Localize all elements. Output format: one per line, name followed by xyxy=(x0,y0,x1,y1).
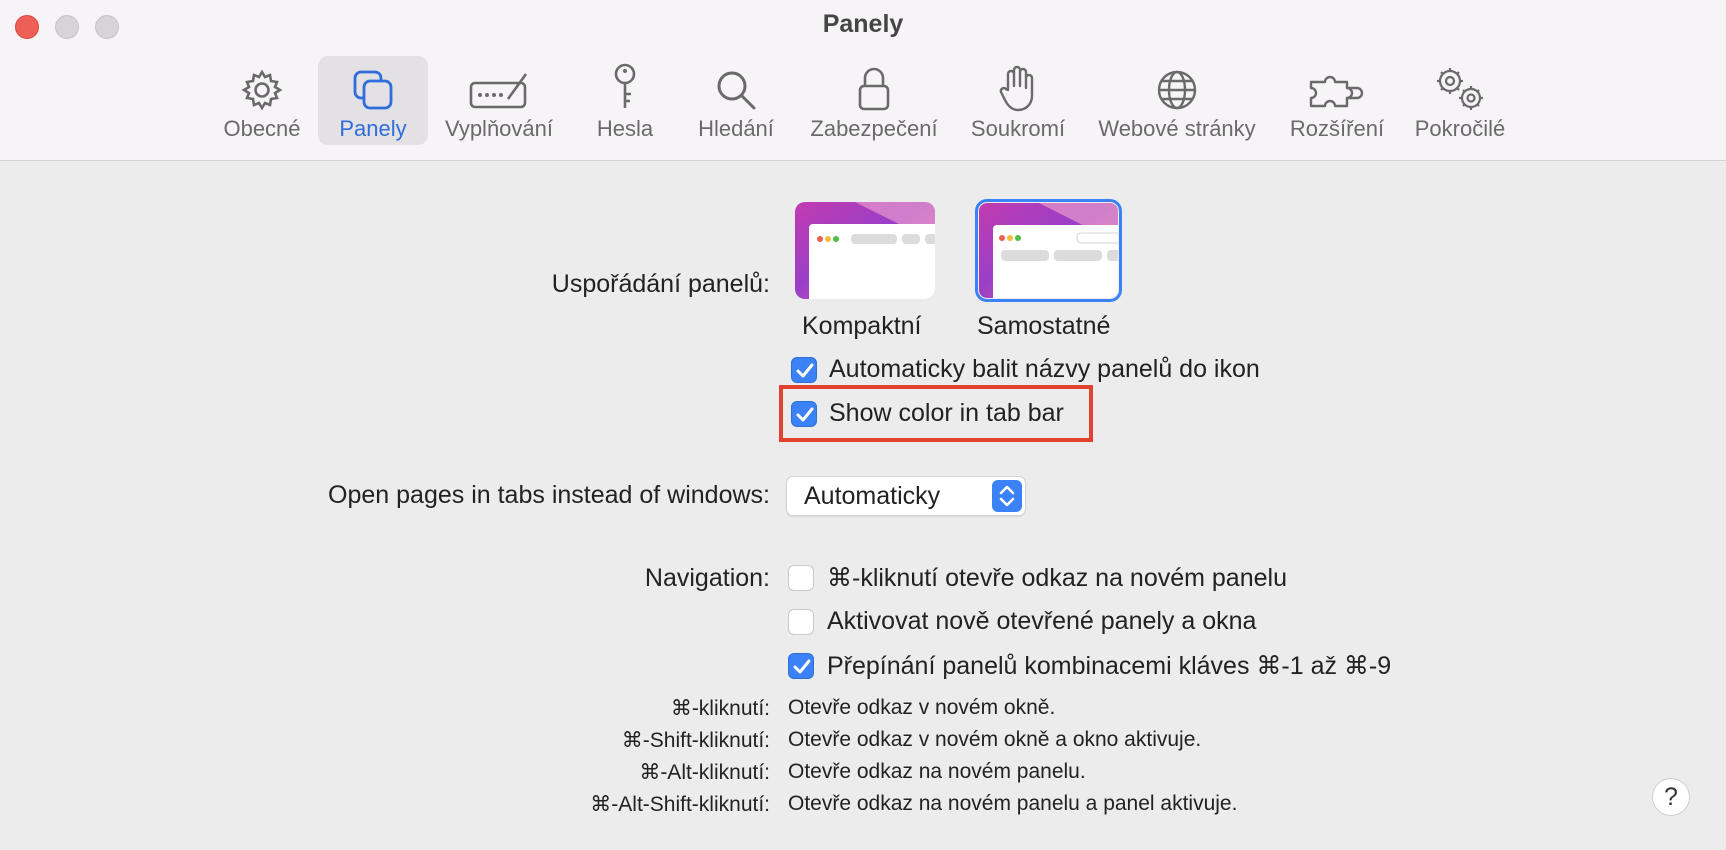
shortcut-key: ⌘-Shift-kliknutí: xyxy=(621,729,770,752)
activate-new-tabs-label: Aktivovat nově otevřené panely a okna xyxy=(827,607,1257,635)
open-pages-value: Automaticky xyxy=(804,482,941,510)
globe-icon xyxy=(1155,62,1199,112)
tab-extensions-label: Rozšíření xyxy=(1289,116,1385,141)
toolbar: Panely Obecné Panely Vyplňování Hesla Hl… xyxy=(0,0,1726,161)
tab-autofill[interactable]: Vyplňování xyxy=(436,56,562,145)
tab-security-label: Zabezpečení xyxy=(810,116,938,141)
lock-icon xyxy=(856,62,892,112)
auto-icons-label: Automaticky balit názvy panelů do ikon xyxy=(829,355,1260,383)
tab-autofill-label: Vyplňování xyxy=(444,116,554,141)
tab-passwords[interactable]: Hesla xyxy=(584,56,666,145)
separate-layout-label[interactable]: Samostatné xyxy=(977,312,1110,341)
tab-general[interactable]: Obecné xyxy=(214,56,310,145)
autofill-icon xyxy=(468,62,530,112)
activate-new-tabs-checkbox[interactable] xyxy=(788,609,814,635)
shortcut-key: ⌘-Alt-Shift-kliknutí: xyxy=(590,793,770,816)
cmd-click-new-tab-checkbox[interactable] xyxy=(788,565,814,591)
tab-layout-label: Uspořádání panelů: xyxy=(551,270,770,298)
cmd-number-switch-checkbox[interactable] xyxy=(788,653,814,679)
key-icon xyxy=(610,62,640,112)
hand-icon xyxy=(998,62,1038,112)
tab-general-label: Obecné xyxy=(223,116,301,141)
open-pages-select[interactable]: Automaticky xyxy=(786,476,1026,516)
shortcut-desc: Otevře odkaz v novém okně a okno aktivuj… xyxy=(788,728,1202,751)
tab-websites[interactable]: Webové stránky xyxy=(1088,56,1266,145)
cmd-click-new-tab-label: ⌘-kliknutí otevře odkaz na novém panelu xyxy=(827,564,1287,592)
compact-layout-label[interactable]: Kompaktní xyxy=(802,312,922,341)
safari-settings-window: Panely Obecné Panely Vyplňování Hesla Hl… xyxy=(0,0,1726,850)
tab-websites-label: Webové stránky xyxy=(1098,116,1256,141)
shortcut-desc: Otevře odkaz na novém panelu. xyxy=(788,760,1086,783)
window-title: Panely xyxy=(822,10,904,38)
search-icon xyxy=(714,62,758,112)
compact-layout-thumbnail[interactable] xyxy=(795,202,935,299)
cmd-number-switch-label: Přepínání panelů kombinacemi kláves ⌘-1 … xyxy=(827,652,1392,680)
tab-tabs[interactable]: Panely xyxy=(318,56,428,145)
tab-security[interactable]: Zabezpečení xyxy=(800,56,948,145)
shortcut-desc: Otevře odkaz v novém okně. xyxy=(788,696,1056,719)
tab-privacy-label: Soukromí xyxy=(970,116,1066,141)
tab-privacy[interactable]: Soukromí xyxy=(964,56,1072,145)
gear-icon xyxy=(240,62,284,112)
open-pages-label: Open pages in tabs instead of windows: xyxy=(328,481,770,509)
advanced-gears-icon xyxy=(1433,62,1487,112)
shortcut-key: ⌘-Alt-kliknutí: xyxy=(639,761,770,784)
tab-search[interactable]: Hledání xyxy=(688,56,784,145)
tab-extensions[interactable]: Rozšíření xyxy=(1284,56,1390,145)
tab-tabs-label: Panely xyxy=(339,116,407,141)
help-button[interactable]: ? xyxy=(1652,778,1690,816)
tabs-icon xyxy=(351,62,395,112)
chevron-up-down-icon xyxy=(992,480,1022,512)
navigation-label: Navigation: xyxy=(644,564,770,592)
auto-icons-checkbox[interactable] xyxy=(791,357,817,383)
separate-layout-thumbnail[interactable] xyxy=(979,203,1118,298)
tab-passwords-label: Hesla xyxy=(596,116,654,141)
puzzle-icon xyxy=(1307,62,1367,112)
tab-advanced-label: Pokročilé xyxy=(1414,116,1506,141)
highlight-annotation xyxy=(779,385,1093,442)
tab-advanced[interactable]: Pokročilé xyxy=(1404,56,1516,145)
shortcut-desc: Otevře odkaz na novém panelu a panel akt… xyxy=(788,792,1238,815)
shortcut-key: ⌘-kliknutí: xyxy=(670,697,770,720)
tab-search-label: Hledání xyxy=(698,116,774,141)
